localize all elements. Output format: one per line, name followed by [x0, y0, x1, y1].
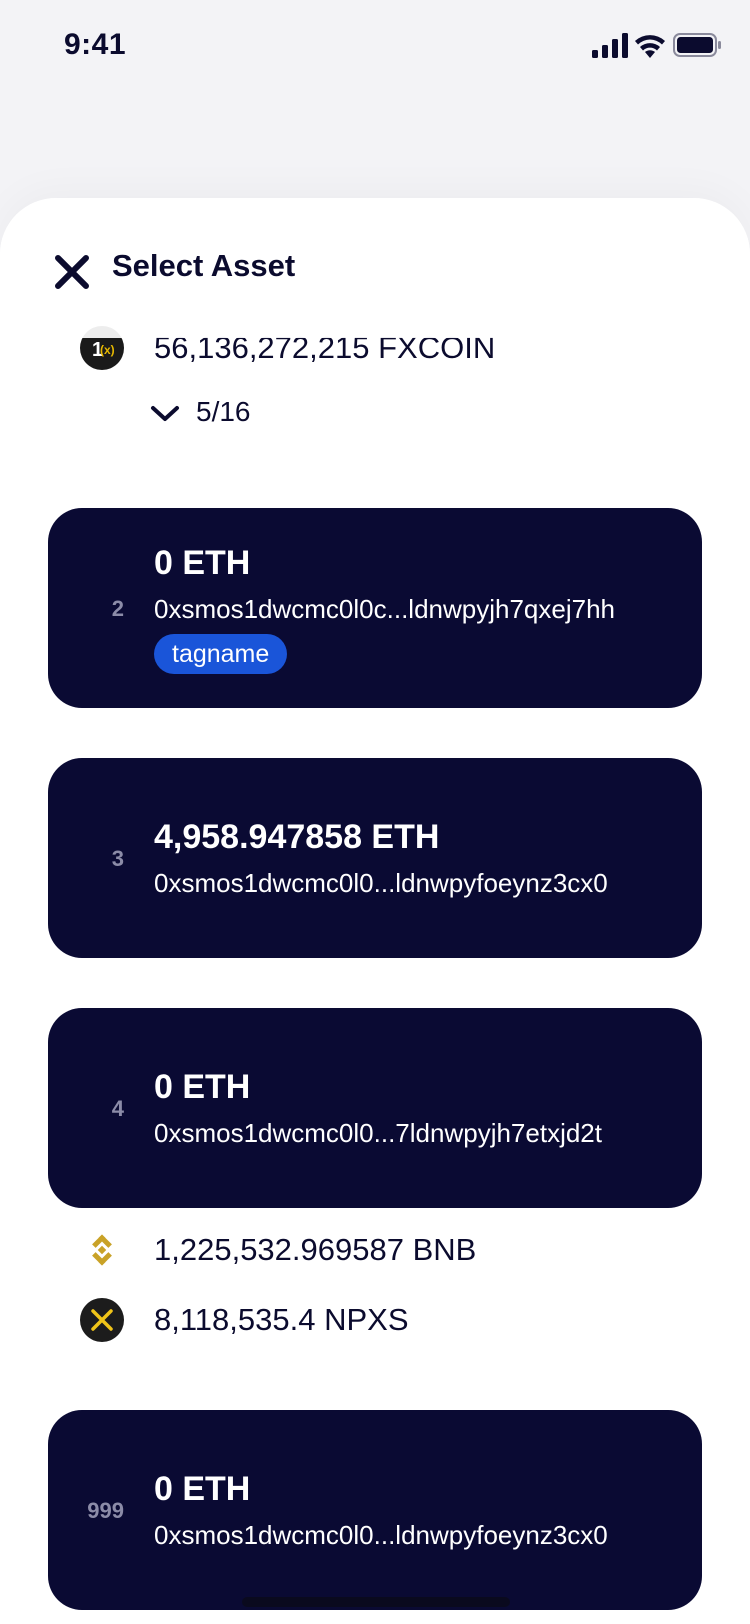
wallet-index: 999 — [87, 1498, 124, 1523]
wallet-amount: 0 ETH — [154, 544, 251, 582]
wallet-amount: 0 ETH — [154, 1068, 251, 1106]
status-icons — [592, 30, 722, 60]
chevron-down-icon — [151, 406, 179, 421]
close-button[interactable] — [52, 252, 92, 292]
asset-amount: 8,118,535.4 NPXS — [154, 1302, 409, 1337]
wallet-tag: tagname — [154, 634, 288, 674]
asset-amount: 1,225,532.969587 BNB — [154, 1232, 477, 1267]
wallet-index: 3 — [111, 846, 124, 871]
wallet-index: 4 — [111, 1096, 124, 1121]
battery-icon — [673, 33, 721, 57]
wallet-address: 0xsmos1dwcmc0l0...ldnwpyfoeynz3cx0 — [154, 868, 608, 898]
wallet-address: 0xsmos1dwcmc0l0c...ldnwpyjh7qxej7hh — [154, 594, 616, 624]
wallet-index: 2 — [111, 596, 124, 621]
svg-text:(x): (x) — [100, 343, 115, 357]
close-icon — [55, 255, 89, 289]
cellular-signal-icon — [592, 33, 628, 58]
wallet-card[interactable]: 2 0 ETH 0xsmos1dwcmc0l0c...ldnwpyjh7qxej… — [48, 508, 702, 708]
bnb-icon — [80, 1228, 124, 1272]
status-bar: 9:41 — [0, 0, 750, 96]
wifi-icon — [635, 35, 665, 58]
wallet-card[interactable]: 3 4,958.947858 ETH 0xsmos1dwcmc0l0...ldn… — [48, 758, 702, 958]
select-asset-sheet: Select Asset 1 (x) 56,136,272,215 FXCOIN… — [0, 198, 750, 1624]
wallet-address: 0xsmos1dwcmc0l0...7ldnwpyjh7etxjd2t — [154, 1118, 602, 1148]
wallet-card[interactable]: 999 0 ETH 0xsmos1dwcmc0l0...ldnwpyfoeynz… — [48, 1410, 702, 1610]
wallet-card[interactable]: 4 0 ETH 0xsmos1dwcmc0l0...7ldnwpyjh7etxj… — [48, 1008, 702, 1208]
sheet-header: Select Asset — [0, 198, 750, 338]
status-time: 9:41 — [64, 28, 127, 61]
sheet-title: Select Asset — [112, 248, 296, 283]
home-indicator — [242, 1597, 510, 1607]
expand-count: 5/16 — [196, 396, 251, 427]
wallet-amount: 0 ETH — [154, 1470, 251, 1508]
npxs-icon — [80, 1298, 124, 1342]
wallet-address: 0xsmos1dwcmc0l0...ldnwpyfoeynz3cx0 — [154, 1520, 608, 1550]
wallet-amount: 4,958.947858 ETH — [154, 818, 440, 856]
